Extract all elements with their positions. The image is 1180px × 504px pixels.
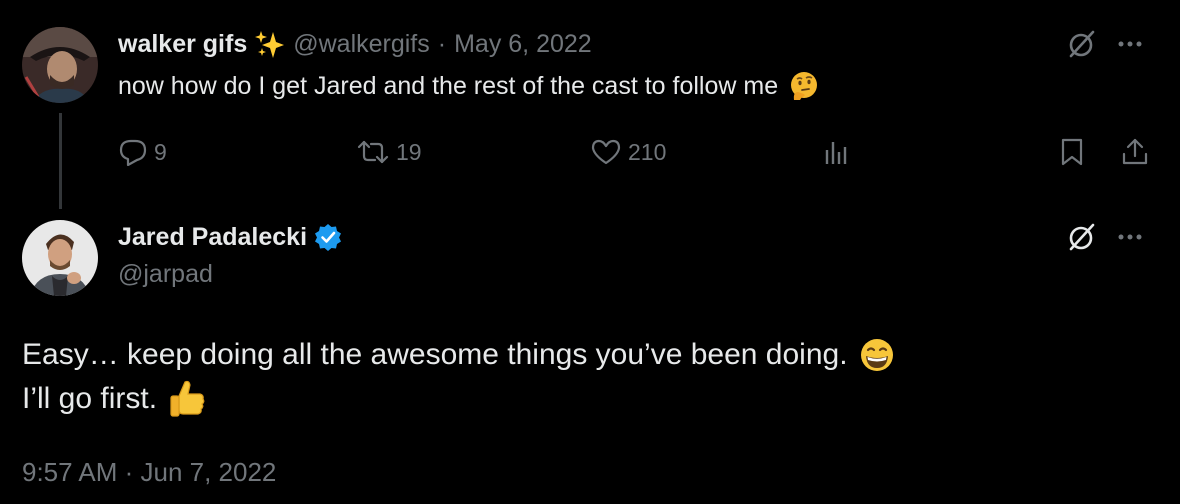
like-count: 210: [628, 138, 667, 165]
thinking-face-emoji: [788, 70, 820, 102]
grinning-face-emoji: [858, 336, 896, 374]
tweet2-handle[interactable]: @jarpad: [118, 260, 213, 289]
tweet1-text: now how do I get Jared and the rest of t…: [118, 70, 820, 102]
more-icon[interactable]: [1112, 220, 1148, 254]
like-button[interactable]: 210: [590, 136, 666, 168]
analytics-icon: [822, 138, 852, 166]
retweet-count: 19: [396, 138, 422, 165]
thread-line: [59, 113, 62, 209]
reply-count: 9: [154, 138, 167, 165]
views-button[interactable]: [822, 136, 852, 168]
tweet2-timestamp[interactable]: 9:57 AM · Jun 7, 2022: [22, 457, 276, 488]
tweet1-text-content: now how do I get Jared and the rest of t…: [118, 71, 779, 100]
avatar-jarpad[interactable]: [22, 220, 98, 296]
share-icon: [1120, 137, 1150, 167]
sparkles-emoji: [255, 29, 285, 59]
heart-icon: [590, 138, 622, 166]
tweet2-line-2: I’ll go first.: [22, 377, 896, 421]
separator-dot: ·: [437, 29, 447, 58]
tweet1-date[interactable]: May 6, 2022: [454, 30, 592, 59]
grok-icon[interactable]: [1064, 220, 1100, 254]
tweet2-line-1-text: Easy… keep doing all the awesome things …: [22, 338, 848, 371]
reply-icon: [118, 138, 148, 166]
retweet-button[interactable]: 19: [356, 136, 422, 168]
more-icon[interactable]: [1112, 27, 1148, 61]
grok-icon[interactable]: [1064, 27, 1100, 61]
reply-button[interactable]: 9: [118, 136, 167, 168]
tweet1-header: walker gifs @walkergifs · May 6, 2022: [118, 27, 592, 61]
tweet1-handle[interactable]: @walkergifs: [293, 30, 430, 59]
tweet2-display-name[interactable]: Jared Padalecki: [118, 223, 307, 252]
tweet2-line-2-text: I’ll go first.: [22, 382, 158, 415]
share-button[interactable]: [1120, 136, 1150, 168]
retweet-icon: [356, 138, 390, 166]
thumbs-up-emoji: [167, 378, 207, 420]
tweet2-text: Easy… keep doing all the awesome things …: [22, 333, 896, 421]
tweet1-display-name[interactable]: walker gifs: [118, 30, 247, 59]
avatar-walkergifs[interactable]: [22, 27, 98, 103]
bookmark-button[interactable]: [1058, 136, 1086, 168]
tweet2-header: Jared Padalecki: [118, 220, 343, 254]
tweet2-line-1: Easy… keep doing all the awesome things …: [22, 333, 896, 377]
bookmark-icon: [1058, 137, 1086, 167]
verified-badge-icon: [313, 222, 343, 252]
